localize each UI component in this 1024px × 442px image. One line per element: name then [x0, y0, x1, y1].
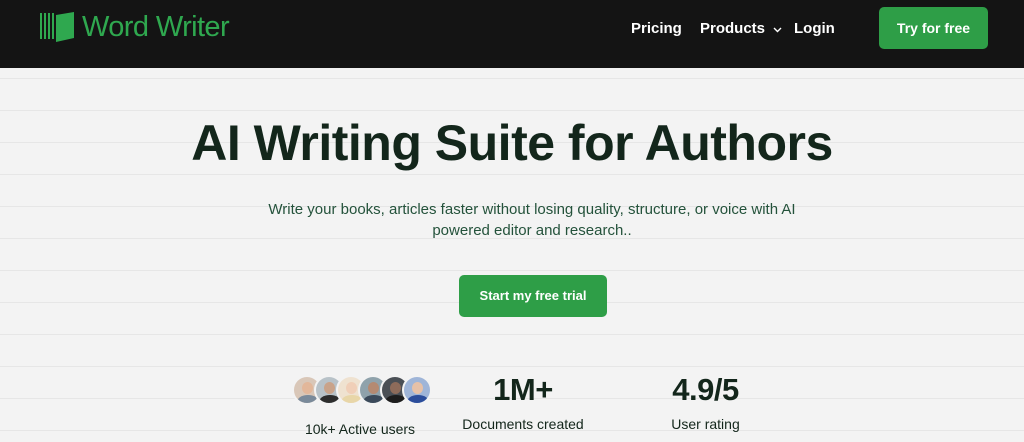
background-line — [0, 334, 1024, 335]
background-line — [0, 366, 1024, 367]
book-logo-icon — [40, 11, 76, 43]
active-users-label: 10k+ Active users — [304, 421, 416, 437]
nav-products-label: Products — [700, 20, 766, 37]
nav-pricing-link[interactable]: Pricing — [631, 18, 682, 40]
nav-products-dropdown[interactable]: Products — [700, 18, 782, 40]
brand-logo[interactable]: Word Writer — [40, 10, 230, 44]
background-line — [0, 78, 1024, 79]
background-line — [0, 270, 1024, 271]
user-rating-value: 4.9/5 — [672, 372, 739, 407]
nav-login-link[interactable]: Login — [794, 18, 835, 40]
hero-subtitle: Write your books, articles faster withou… — [268, 201, 796, 239]
background-line — [0, 110, 1024, 111]
documents-count: 1M+ — [493, 372, 553, 407]
top-navbar: Word Writer Pricing Products Login Try f… — [0, 0, 1024, 68]
user-rating-label: User rating — [671, 416, 740, 432]
background-line — [0, 174, 1024, 175]
user-avatars — [292, 375, 432, 405]
start-free-trial-button[interactable]: Start my free trial — [459, 275, 607, 317]
chevron-down-icon — [773, 18, 782, 40]
hero-title: AI Writing Suite for Authors — [191, 115, 833, 171]
hero-section: AI Writing Suite for Authors Write your … — [0, 68, 1024, 442]
documents-label: Documents created — [462, 416, 584, 432]
brand-name: Word Writer — [82, 10, 230, 43]
try-for-free-button[interactable]: Try for free — [879, 7, 988, 49]
avatar — [402, 375, 432, 405]
